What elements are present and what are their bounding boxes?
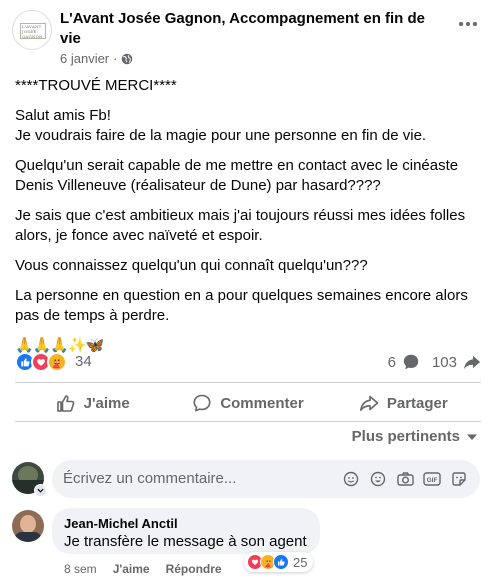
post-paragraph: ****TROUVÉ MERCI**** — [15, 77, 177, 94]
comment-count[interactable]: 6 — [388, 354, 396, 371]
reaction-count[interactable]: 34 — [75, 353, 92, 370]
avatar-face — [20, 515, 36, 533]
like-label: J'aime — [83, 394, 130, 412]
share-button[interactable]: Partager — [326, 386, 481, 420]
comment-sort-dropdown[interactable]: Plus pertinents — [352, 428, 478, 445]
reaction-icons[interactable] — [15, 352, 67, 372]
post-actions: J'aime Commenter Partager — [15, 386, 481, 420]
camera-icon[interactable] — [396, 470, 414, 488]
comment-reaction-count: 25 — [293, 554, 308, 570]
dot-icon — [459, 22, 463, 26]
comment-time[interactable]: 8 sem — [64, 562, 97, 576]
engagement-counts: 6 103 — [388, 353, 481, 371]
chevron-down-icon[interactable] — [34, 484, 47, 497]
care-reaction-icon — [47, 352, 67, 372]
comment-placeholder: Écrivez un commentaire... — [63, 470, 237, 487]
comment-actions: 8 sem J'aime Répondre — [64, 562, 222, 576]
meta-separator: · — [113, 51, 118, 66]
thumbs-up-icon — [56, 395, 74, 412]
divider — [15, 382, 481, 383]
share-count[interactable]: 103 — [432, 354, 457, 371]
comment-composer: Écrivez un commentaire... GIF — [12, 460, 482, 500]
commenter-avatar[interactable] — [12, 510, 44, 542]
post-date[interactable]: 6 janvier — [60, 51, 109, 66]
post-paragraph: Je sais que c'est ambitieux mais j'ai to… — [15, 207, 466, 244]
commenter-name[interactable]: Jean-Michel Anctil — [64, 516, 308, 532]
like-button[interactable]: J'aime — [15, 386, 170, 420]
comment-like-button[interactable]: J'aime — [113, 562, 150, 576]
comment-icon — [193, 394, 211, 412]
share-arrow-icon — [463, 355, 481, 370]
dot-icon — [466, 22, 470, 26]
post-paragraph: La personne en question en a pour quelqu… — [15, 287, 468, 324]
post-header: L'AVANT JOSÉE GAGNON L'Avant Josée Gagno… — [12, 8, 482, 68]
sort-label: Plus pertinents — [351, 428, 460, 445]
comment-input[interactable]: Écrivez un commentaire... GIF — [52, 460, 480, 498]
comment-reply-button[interactable]: Répondre — [166, 562, 222, 576]
post-paragraph: Quelqu'un serait capable de me mettre en… — [15, 157, 459, 194]
comment-button[interactable]: Commenter — [170, 386, 325, 420]
post-paragraph: Vous connaissez quelqu'un qui connaît qu… — [15, 257, 368, 274]
comment-label: Commenter — [220, 394, 304, 412]
logo-text: L'AVANT JOSÉE GAGNON — [22, 24, 43, 39]
comment-tools: GIF — [342, 470, 468, 488]
dot-icon — [473, 22, 477, 26]
reactions-summary: 34 6 103 — [15, 352, 481, 374]
share-label: Partager — [386, 394, 448, 412]
comment-reactions[interactable]: 25 — [244, 552, 314, 572]
gif-icon[interactable]: GIF — [423, 470, 441, 488]
globe-icon — [122, 53, 133, 64]
like-reaction-icon — [273, 554, 289, 570]
page-avatar[interactable]: L'AVANT JOSÉE GAGNON — [12, 10, 52, 50]
sticker-smile-icon[interactable] — [450, 470, 468, 488]
divider — [15, 421, 481, 422]
comment-bubble-icon — [403, 354, 419, 370]
avatar-shirt — [14, 532, 42, 542]
page-name[interactable]: L'Avant Josée Gagnon, Accompagnement en … — [60, 9, 440, 49]
share-icon — [359, 395, 379, 411]
sticker-icon[interactable] — [342, 470, 360, 488]
emoji-icon[interactable] — [369, 470, 387, 488]
comment-bubble: Jean-Michel Anctil Je transfère le messa… — [52, 508, 320, 554]
post-paragraph: Salut amis Fb! Je voudrais faire de la m… — [15, 107, 427, 144]
comment-text: Je transfère le message à son agent — [64, 533, 307, 550]
more-options-button[interactable] — [456, 12, 480, 36]
post-body: ****TROUVÉ MERCI**** Salut amis Fb! Je v… — [15, 76, 481, 366]
svg-text:GIF: GIF — [427, 477, 438, 484]
caret-down-icon — [467, 434, 477, 440]
comment-item: Jean-Michel Anctil Je transfère le messa… — [12, 508, 482, 580]
post-meta: 6 janvier · — [60, 51, 133, 66]
